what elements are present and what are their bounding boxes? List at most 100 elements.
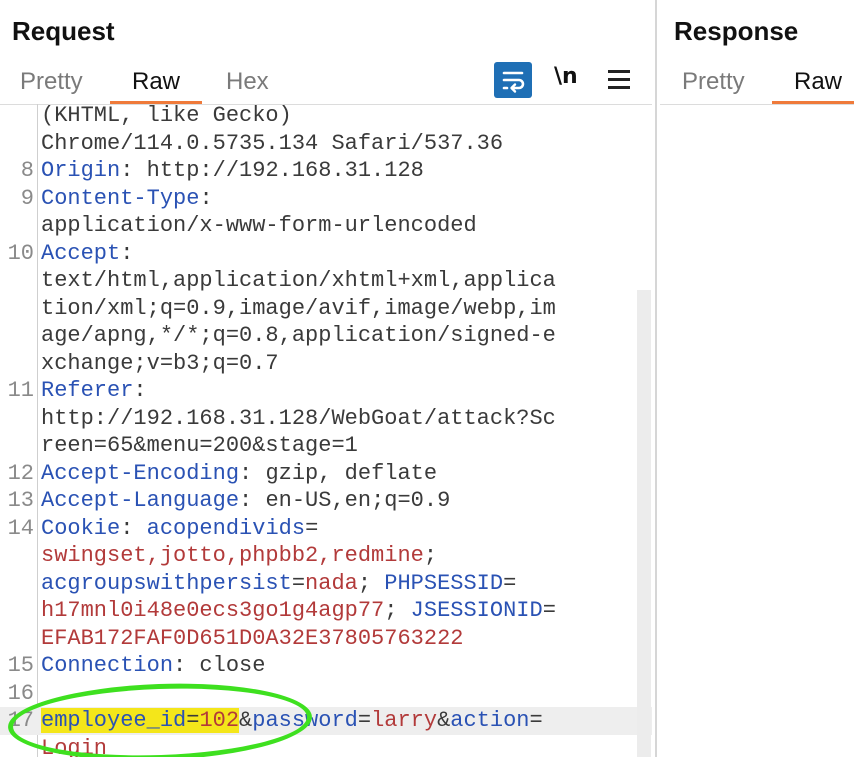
line-number: 9 [20,185,34,211]
code-line: 15 Connection: close [0,652,652,680]
code-line: tion/xml;q=0.9,image/avif,image/webp,im [0,295,652,323]
code-line: text/html,application/xhtml+xml,applica [0,267,652,295]
token: Chrome/114.0.5735.134 Safari/537.36 [41,130,504,156]
token: : gzip, deflate [239,460,438,486]
line-content: application/x-www-form-urlencoded [41,212,477,240]
token: employee_id [41,708,187,733]
line-content: Chrome/114.0.5735.134 Safari/537.36 [41,130,503,158]
response-header-divider [660,104,854,105]
code-line: Chrome/114.0.5735.134 Safari/537.36 [0,130,652,158]
token: Connection [41,653,174,678]
code-line: EFAB172FAF0D651D0A32E37805763222 [0,625,652,653]
token: (KHTML, like Gecko) [41,104,292,128]
token: = [503,570,517,596]
token: EFAB172FAF0D651D0A32E37805763222 [41,625,464,651]
line-content: EFAB172FAF0D651D0A32E37805763222 [41,625,463,653]
code-line: h17mnl0i48e0ecs3go1g4agp77; JSESSIONID= [0,597,652,625]
token: Referer [41,378,134,403]
token: : [120,240,134,266]
line-number: 11 [7,378,34,403]
editor-scrollbar[interactable] [637,290,651,757]
code-line: application/x-www-form-urlencoded [0,212,652,240]
line-content: swingset,jotto,phpbb2,redmine; [41,542,437,570]
code-line: (KHTML, like Gecko) [0,104,652,130]
line-content: Accept-Language: en-US,en;q=0.9 [41,487,450,515]
code-line: 8 Origin: http://192.168.31.128 [0,157,652,185]
token: : close [173,653,266,678]
word-wrap-button[interactable] [494,62,532,98]
code-line: 13 Accept-Language: en-US,en;q=0.9 [0,487,652,515]
code-line: 16 [0,680,652,708]
token: Accept-Encoding [41,460,240,486]
line-content: age/apng,*/*;q=0.8,application/signed-e [41,322,556,350]
code-line: xchange;v=b3;q=0.7 [0,350,652,378]
line-number: 16 [7,680,34,706]
line-content: Referer: [41,377,147,405]
token: Origin [41,158,121,183]
token: acgroupswithpersist [41,570,292,596]
token: 102 [199,708,240,733]
token: acopendivids [146,515,306,541]
token: ; [357,570,385,596]
tab-hex[interactable]: Hex [226,62,269,104]
response-tab-pretty[interactable]: Pretty [682,62,745,104]
code-line: Login [0,735,652,757]
token: Accept-Language [41,488,240,513]
line-content: acgroupswithpersist=nada; PHPSESSID= [41,570,516,598]
token: = [529,708,543,733]
token: = [542,598,556,623]
token: : [199,185,213,211]
line-number: 8 [20,158,34,183]
token: nada [305,570,358,596]
line-content: h17mnl0i48e0ecs3go1g4agp77; JSESSIONID= [41,597,556,625]
code-line: reen=65&menu=200&stage=1 [0,432,652,460]
token: : en-US,en;q=0.9 [239,488,451,513]
tab-raw[interactable]: Raw [110,62,203,104]
word-wrap-icon [502,71,525,93]
token: http://192.168.31.128/WebGoat/attack?Sc [41,405,556,431]
token: swingset,jotto,phpbb2,redmine [41,543,424,568]
show-newlines-button[interactable]: \n [554,64,578,89]
code-line: acgroupswithpersist=nada; PHPSESSID= [0,570,652,598]
token: PHPSESSID [384,570,504,596]
request-tabs: Pretty Raw Hex [0,62,480,104]
token: & [437,708,451,733]
line-content: tion/xml;q=0.9,image/avif,image/webp,im [41,295,556,323]
code-line: 10 Accept: [0,240,652,268]
line-content: text/html,application/xhtml+xml,applica [41,267,556,295]
menu-icon[interactable] [608,70,630,90]
token: ; [423,543,438,568]
line-content: Origin: http://192.168.31.128 [41,157,424,185]
token: action [450,708,530,733]
line-content: reen=65&menu=200&stage=1 [41,432,358,460]
token: = [305,515,319,541]
token: tion/xml;q=0.9,image/avif,image/webp,im [41,295,556,321]
tab-raw-label: Raw [132,68,181,95]
response-tab-raw-label: Raw [794,68,843,95]
token: Accept [41,240,121,266]
token: Cookie [41,515,121,541]
response-tabs: Pretty Raw [660,62,854,104]
response-tab-raw[interactable]: Raw [772,62,854,104]
code-line: http://192.168.31.128/WebGoat/attack?Sc [0,405,652,433]
line-number: 17 [7,708,34,733]
token: age/apng,*/*;q=0.8,application/signed-e [41,323,556,348]
token: & [239,708,253,733]
response-title: Response [674,16,799,46]
token: text/html,application/xhtml+xml,applica [41,268,556,293]
request-editor[interactable]: (KHTML, like Gecko) Chrome/114.0.5735.134… [0,104,652,757]
tab-pretty[interactable]: Pretty [20,62,83,104]
token: = [186,708,200,733]
code-line: swingset,jotto,phpbb2,redmine; [0,542,652,570]
code-line: age/apng,*/*;q=0.8,application/signed-e [0,322,652,350]
line-content: http://192.168.31.128/WebGoat/attack?Sc [41,405,556,433]
token: JSESSIONID [410,598,543,623]
token: password [252,708,358,733]
line-content: Accept-Encoding: gzip, deflate [41,460,437,488]
token: : [120,515,147,541]
line-content: Cookie: acopendivids= [41,515,318,543]
panel-divider[interactable] [655,0,657,757]
line-content: Accept: [41,240,133,268]
line-number: 10 [7,240,34,266]
token: application/x-www-form-urlencoded [41,213,477,238]
